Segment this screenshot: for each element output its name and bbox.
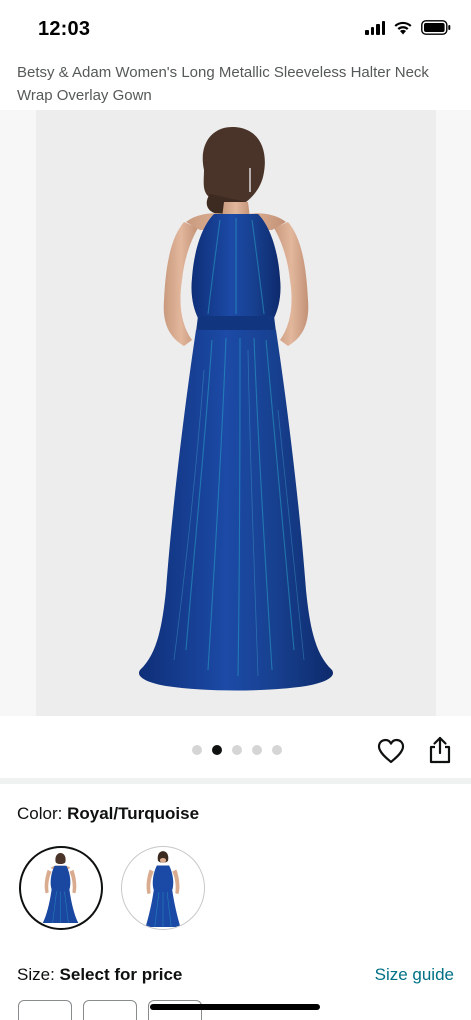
color-swatch-back-view[interactable] <box>19 846 103 930</box>
gallery-controls <box>0 724 471 776</box>
color-swatch-front-view[interactable] <box>121 846 205 930</box>
section-divider <box>0 778 471 784</box>
status-icons <box>365 20 451 35</box>
cellular-signal-icon <box>365 20 385 35</box>
size-value: Select for price <box>59 965 183 984</box>
status-bar: 12:03 <box>0 0 471 58</box>
size-option-button[interactable] <box>18 1000 72 1020</box>
carousel-dot[interactable] <box>252 745 262 755</box>
status-time: 12:03 <box>38 18 91 40</box>
dress-photo[interactable] <box>36 110 436 716</box>
wifi-icon <box>393 20 413 35</box>
product-image-gallery[interactable] <box>0 110 471 716</box>
size-label: Size: <box>17 965 55 984</box>
carousel-dots[interactable] <box>192 745 282 755</box>
share-icon[interactable] <box>428 736 452 764</box>
size-option-button[interactable] <box>83 1000 137 1020</box>
carousel-dot[interactable] <box>272 745 282 755</box>
color-label: Color: <box>17 804 63 823</box>
carousel-dot[interactable] <box>232 745 242 755</box>
size-selection-label: Size: Select for price <box>17 965 182 985</box>
color-value: Royal/Turquoise <box>67 804 200 823</box>
size-option-button[interactable] <box>148 1000 202 1020</box>
home-indicator[interactable] <box>150 1004 320 1010</box>
heart-icon[interactable] <box>377 738 405 764</box>
product-title[interactable]: Betsy & Adam Women's Long Metallic Sleev… <box>17 62 462 107</box>
battery-icon <box>421 20 451 35</box>
size-guide-link[interactable]: Size guide <box>375 965 454 985</box>
carousel-dot[interactable] <box>192 745 202 755</box>
carousel-dot-active[interactable] <box>212 745 222 755</box>
color-selection-label: Color: Royal/Turquoise <box>17 804 199 824</box>
